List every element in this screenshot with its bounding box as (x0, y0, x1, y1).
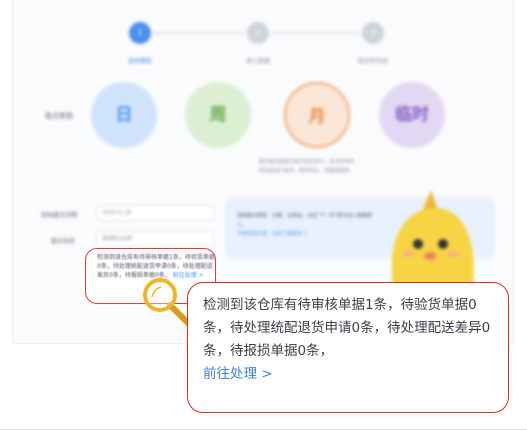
step-connector (271, 32, 360, 34)
step-2[interactable]: 2 (247, 22, 269, 44)
period-day-option[interactable]: 日 (91, 82, 157, 148)
period-month-option[interactable]: 月 (284, 82, 350, 148)
step-3[interactable]: 3 (362, 22, 384, 44)
assistant-bubble-text: 选择盘点类型、日期、仓库后，点击“下一步”即可进入数据录入。 不知道怎么选，点这… (237, 212, 377, 239)
step-3-label: 提交并完成 (357, 58, 388, 65)
date-label: 初始盘点日期 (41, 212, 78, 219)
step-connector (153, 32, 245, 34)
warehouse-label: 盘点仓库 (51, 238, 76, 245)
callout-message: 检测到该仓库有待审核单据1条，待验货单据0条，待处理统配退货申请0条，待处理配送… (203, 297, 491, 359)
step-1-label: 选择模板 (127, 58, 152, 65)
divider (0, 429, 527, 430)
period-temporary-option[interactable]: 临时 (379, 82, 445, 148)
period-week-option[interactable]: 周 (185, 82, 251, 148)
mascot-illustration (391, 190, 474, 286)
callout-link[interactable]: 前往处理 > (203, 366, 273, 382)
period-label: 盘点类型 (45, 112, 73, 120)
assistant-help-link[interactable]: 不知道怎么选，点这了解更多 > (237, 231, 308, 237)
step-2-label: 录入数据 (245, 58, 270, 65)
callout-text: 检测到该仓库有待审核单据1条，待验货单据0条，待处理统配退货申请0条，待处理配送… (203, 294, 503, 386)
period-help-text: 整仓盘点需结合盘点任务进行，会对所有库存商品进行盘点，耗时较长，请谨慎选择。 (259, 159, 355, 174)
date-field[interactable]: 2020-11-18 (96, 205, 214, 221)
step-1[interactable]: 1 (129, 22, 151, 44)
warehouse-select[interactable]: 测试默认仓库 (96, 231, 214, 247)
assistant-text: 选择盘点类型、日期、仓库后，点击“下一步”即可进入数据录入。 (237, 213, 373, 228)
